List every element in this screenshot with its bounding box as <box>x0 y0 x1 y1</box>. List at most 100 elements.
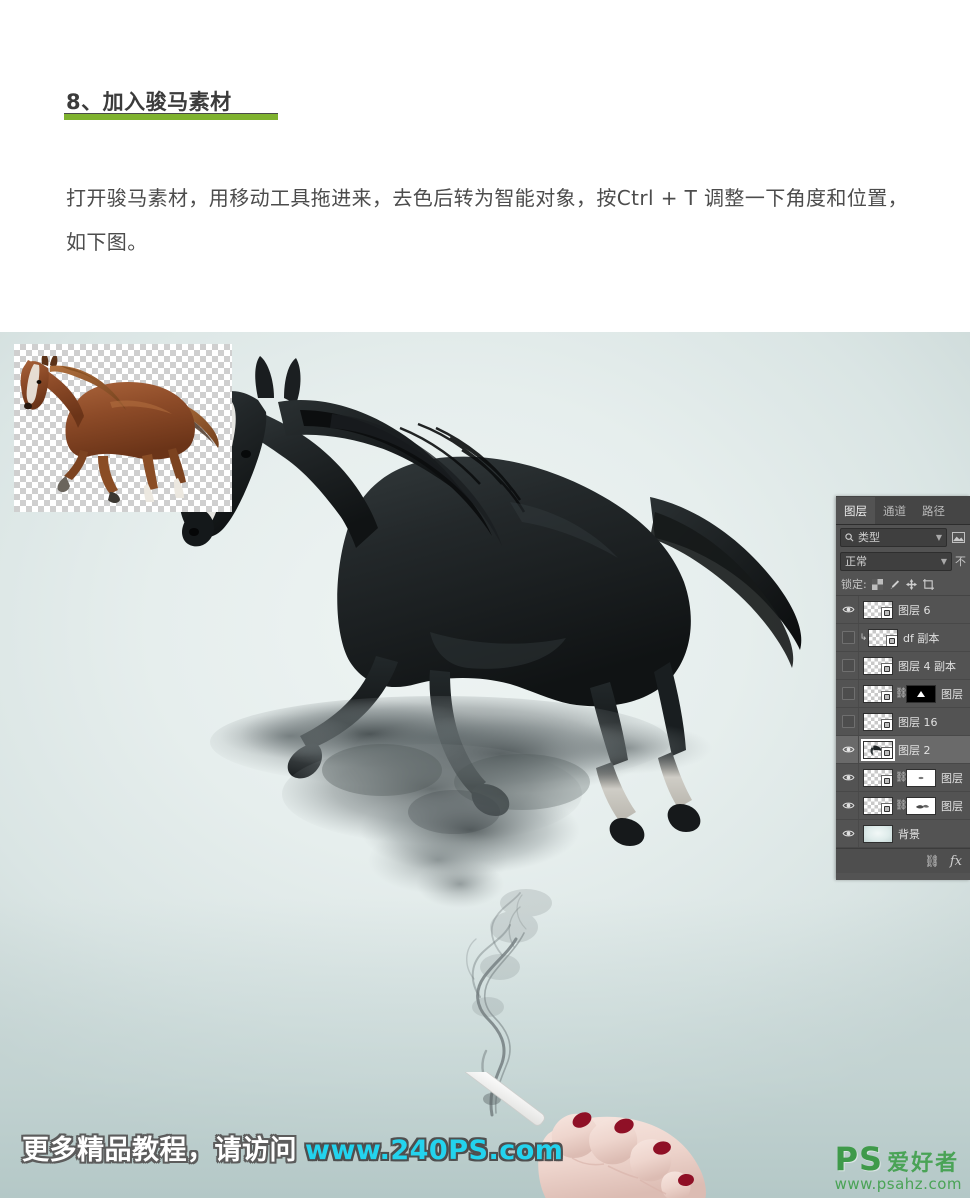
blend-mode-select[interactable]: 正常 ▼ <box>840 551 952 571</box>
filter-kind-label: 类型 <box>858 531 880 544</box>
chevron-down-icon: ▼ <box>940 556 947 566</box>
layer-visibility-toggle[interactable] <box>838 624 859 651</box>
layer-mask-thumbnail[interactable] <box>906 768 936 787</box>
layer-visibility-toggle[interactable] <box>838 764 859 791</box>
tab-channels[interactable]: 通道 <box>875 497 914 524</box>
layer-thumbnail[interactable] <box>863 684 893 703</box>
logo-url: www.psahz.com <box>834 1175 962 1193</box>
eye-off-icon <box>841 687 855 700</box>
layer-visibility-toggle[interactable] <box>838 792 859 819</box>
smart-object-badge-icon <box>881 774 892 786</box>
article-text-block: 8、加入骏马素材 打开骏马素材，用移动工具拖进来，去色后转为智能对象，按Ctrl… <box>0 0 970 332</box>
layer-filter-bar[interactable]: 类型 ▼ <box>836 525 970 549</box>
layer-row[interactable]: 图层 6 <box>836 596 970 624</box>
smart-object-badge-icon <box>881 662 892 674</box>
layer-row-selected[interactable]: 图层 2 <box>836 736 970 764</box>
layer-list[interactable]: 图层 6 ↳ df 副本 图层 4 副本 ⛓ 图层 图层 16 图层 2 ⛓ 图… <box>836 596 970 848</box>
photoshop-layers-panel[interactable]: 图层 通道 路径 类型 ▼ 正常 ▼ 不 锁定: 图层 6 ↳ df 副本 图层… <box>836 496 970 880</box>
panel-footer-toolbar[interactable]: ⛓ fx <box>836 848 970 873</box>
layer-name: 图层 <box>941 771 963 785</box>
lock-bar[interactable]: 锁定: <box>836 573 970 596</box>
page-title: 8、加入骏马素材 <box>66 90 232 114</box>
clipping-mask-icon: ↳ <box>859 632 868 643</box>
layer-name: df 副本 <box>903 631 940 645</box>
logo-mark: PS <box>834 1140 884 1178</box>
tab-layers[interactable]: 图层 <box>836 497 875 524</box>
link-icon[interactable]: ⛓ <box>925 854 940 868</box>
layer-thumbnail[interactable] <box>863 656 893 675</box>
eye-icon <box>842 830 854 837</box>
blend-mode-bar[interactable]: 正常 ▼ 不 <box>836 549 970 573</box>
filter-pixel-icon[interactable] <box>951 530 966 545</box>
chevron-down-icon: ▼ <box>935 532 942 542</box>
layer-name: 图层 16 <box>898 715 938 729</box>
layer-thumbnail[interactable] <box>868 628 898 647</box>
mask-link-icon[interactable]: ⛓ <box>895 800 908 811</box>
layer-thumbnail[interactable] <box>863 712 893 731</box>
tab-paths[interactable]: 路径 <box>914 497 953 524</box>
move-lock-icon[interactable] <box>906 578 918 590</box>
search-icon <box>845 532 854 541</box>
brown-horse-cutout <box>20 356 219 503</box>
eye-icon <box>842 802 854 809</box>
site-logo: PS 爱好者 www.psahz.com <box>835 1143 962 1192</box>
layer-mask-thumbnail[interactable] <box>906 684 936 703</box>
smart-object-badge-icon <box>881 746 892 758</box>
smart-object-badge-icon <box>881 718 892 730</box>
layer-row[interactable]: 背景 <box>836 820 970 848</box>
smart-object-badge-icon <box>886 634 897 646</box>
layer-row[interactable]: 图层 16 <box>836 708 970 736</box>
layer-name: 图层 4 副本 <box>898 659 956 673</box>
horse-smoke-shadow <box>170 662 730 922</box>
eye-icon <box>842 746 854 753</box>
eye-off-icon <box>841 715 855 728</box>
blend-mode-value: 正常 <box>845 555 867 568</box>
layer-thumbnail[interactable] <box>863 796 893 815</box>
layer-name: 图层 2 <box>898 743 931 757</box>
artwork-canvas: 图层 通道 路径 类型 ▼ 正常 ▼ 不 锁定: 图层 6 ↳ df 副本 图层… <box>0 332 970 1198</box>
layer-name: 图层 6 <box>898 603 931 617</box>
layer-thumbnail[interactable] <box>863 600 893 619</box>
watermark-url: www.240PS.com <box>305 1135 564 1166</box>
watermark: 更多精品教程，请访问 www.240PS.com <box>22 1128 563 1167</box>
smoke-shadow-svg <box>210 696 712 908</box>
layer-name: 背景 <box>898 827 920 841</box>
layer-visibility-toggle[interactable] <box>838 736 859 763</box>
layer-row[interactable]: ⛓ 图层 <box>836 680 970 708</box>
panel-tab-bar[interactable]: 图层 通道 路径 <box>836 496 970 525</box>
layer-row[interactable]: ↳ df 副本 <box>836 624 970 652</box>
eye-icon <box>842 774 854 781</box>
mask-link-icon[interactable]: ⛓ <box>895 772 908 783</box>
layer-visibility-toggle[interactable] <box>838 680 859 707</box>
layer-row[interactable]: ⛓ 图层 <box>836 792 970 820</box>
eye-off-icon <box>841 631 855 644</box>
layer-row[interactable]: 图层 4 副本 <box>836 652 970 680</box>
lock-label: 锁定: <box>841 578 867 591</box>
layer-visibility-toggle[interactable] <box>838 652 859 679</box>
smart-object-badge-icon <box>881 690 892 702</box>
fx-icon[interactable]: fx <box>950 854 962 869</box>
layer-mask-thumbnail[interactable] <box>906 796 936 815</box>
background-layer-thumbnail[interactable] <box>863 824 893 843</box>
instruction-paragraph: 打开骏马素材，用移动工具拖进来，去色后转为智能对象，按Ctrl + T 调整一下… <box>66 186 909 254</box>
eye-off-icon <box>841 659 855 672</box>
watermark-text: 更多精品教程，请访问 <box>22 1135 297 1166</box>
filter-kind-select[interactable]: 类型 ▼ <box>840 527 947 547</box>
artboard-lock-icon[interactable] <box>923 578 935 590</box>
layer-visibility-toggle[interactable] <box>838 820 859 847</box>
brush-lock-icon[interactable] <box>889 578 901 590</box>
heading-underline-accent <box>64 114 278 120</box>
eye-icon <box>842 606 854 613</box>
transparency-lock-icon[interactable] <box>872 578 884 590</box>
opacity-label: 不 <box>955 555 966 568</box>
layer-visibility-toggle[interactable] <box>838 708 859 735</box>
reference-image-inset <box>14 344 232 512</box>
layer-visibility-toggle[interactable] <box>838 596 859 623</box>
layer-name: 图层 <box>941 799 963 813</box>
smart-object-badge-icon <box>881 606 892 618</box>
layer-thumbnail[interactable] <box>861 738 895 761</box>
layer-thumbnail[interactable] <box>863 768 893 787</box>
layer-name: 图层 <box>941 687 963 701</box>
layer-row[interactable]: ⛓ 图层 <box>836 764 970 792</box>
mask-link-icon[interactable]: ⛓ <box>895 688 908 699</box>
